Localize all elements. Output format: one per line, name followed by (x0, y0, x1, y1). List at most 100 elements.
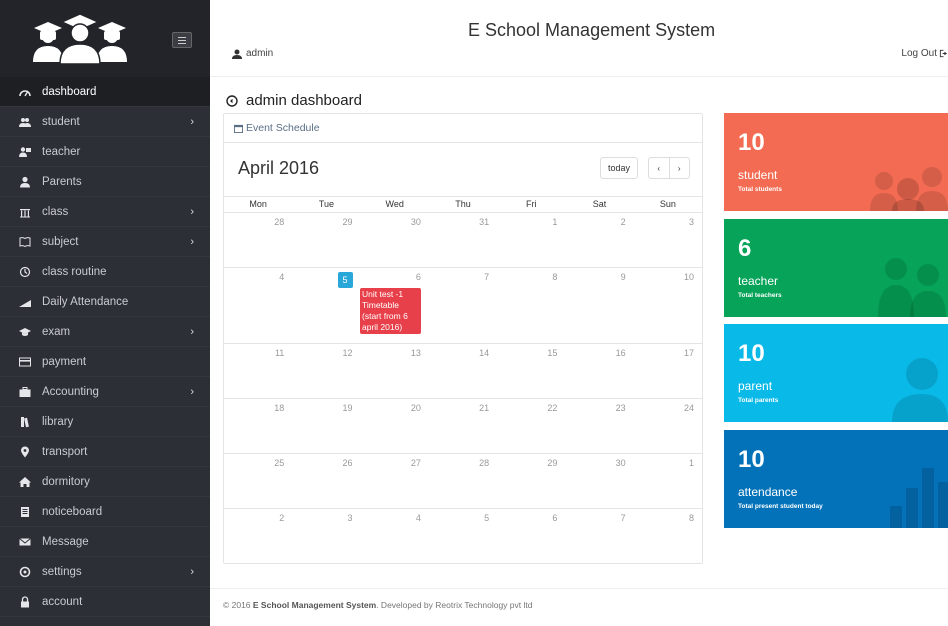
calendar-week-row: 18 19 20 21 22 23 24 (224, 399, 702, 454)
today-button[interactable]: today (600, 157, 638, 179)
calendar-day-cell[interactable]: 29 (497, 454, 565, 508)
calendar-day-cell[interactable]: 29 (292, 213, 360, 267)
sidebar-item-payment[interactable]: payment (0, 347, 210, 377)
calendar-day-cell[interactable]: 30 (565, 454, 633, 508)
calendar-day-cell[interactable]: 11 (224, 344, 292, 398)
sidebar-item-parents[interactable]: Parents (0, 167, 210, 197)
sidebar-item-transport[interactable]: transport (0, 437, 210, 467)
calendar-day-cell[interactable]: 16 (565, 344, 633, 398)
teacher-stat-card[interactable]: 6 teacher Total teachers (724, 219, 948, 317)
calendar-week-row: 4 5 6 7 8 9 10 Unit test -1 Timetable (start fr… (224, 268, 702, 344)
calendar-day-number: 7 (484, 272, 490, 282)
sidebar-item-exam[interactable]: exam › (0, 317, 210, 347)
calendar-day-cell[interactable]: 1 (634, 454, 702, 508)
calendar-day-cell[interactable]: 28 (429, 454, 497, 508)
calendar-day-cell[interactable]: 24 (634, 399, 702, 453)
stat-sub: Total present student today (738, 503, 823, 510)
calendar-day-number: 6 (415, 272, 421, 282)
calendar-day-cell[interactable]: 8 (634, 509, 702, 563)
sidebar-item-message[interactable]: Message (0, 527, 210, 557)
calendar-day-number: 4 (415, 513, 421, 523)
sidebar-item-label: teacher (42, 145, 81, 158)
sidebar-item-teacher[interactable]: teacher (0, 137, 210, 167)
admin-user[interactable]: admin (232, 48, 273, 59)
sidebar-item-dashboard[interactable]: dashboard (0, 77, 210, 107)
sidebar-item-library[interactable]: library (0, 407, 210, 437)
footer-company-link[interactable]: Reotrix Technology pvt ltd (435, 600, 532, 610)
sidebar-item-label: library (42, 415, 74, 428)
chevron-right-icon: › (190, 565, 194, 578)
sidebar-item-daily-attendance[interactable]: Daily Attendance (0, 287, 210, 317)
calendar-day-number: 3 (688, 217, 694, 227)
calendar-day-cell[interactable]: 7 (565, 509, 633, 563)
calendar-day-cell[interactable]: 23 (565, 399, 633, 453)
calendar-day-cell[interactable]: 4 (361, 509, 429, 563)
sidebar-item-label: class (42, 205, 69, 218)
calendar-day-cell[interactable]: 6 (497, 509, 565, 563)
calendar-day-number: 28 (274, 217, 285, 227)
student-stat-card[interactable]: 10 student Total students (724, 113, 948, 211)
calendar-day-cell[interactable]: 27 (361, 454, 429, 508)
footer-prefix: © 2016 (223, 600, 253, 610)
calendar-week-row: 28 29 30 31 1 2 3 (224, 213, 702, 268)
class-icon (18, 205, 32, 219)
calendar-day-cell[interactable]: 9 (565, 268, 633, 343)
weekday-label: Sat (592, 199, 607, 209)
attendance-stat-card[interactable]: 10 attendance Total present student today (724, 430, 948, 528)
sidebar-item-label: dormitory (42, 475, 90, 488)
calendar-day-cell[interactable]: 12 (292, 344, 360, 398)
calendar-day-cell[interactable]: 15 (497, 344, 565, 398)
calendar-day-cell[interactable]: 26 (292, 454, 360, 508)
calendar-day-cell[interactable]: 20 (361, 399, 429, 453)
calendar-day-cell[interactable]: 3 (292, 509, 360, 563)
chevron-right-icon: › (190, 235, 194, 248)
logout-link[interactable]: Log Out (901, 48, 948, 59)
calendar-day-cell[interactable]: 3 (634, 213, 702, 267)
calendar-grid: Mon Tue Wed Thu Fri Sat Sun 28 29 30 31 1 2 3 4 5 6 7 8 9 1… (224, 196, 702, 564)
user-icon (232, 49, 242, 59)
sidebar-item-dormitory[interactable]: dormitory (0, 467, 210, 497)
sidebar-item-class[interactable]: class › (0, 197, 210, 227)
sidebar-item-noticeboard[interactable]: noticeboard (0, 497, 210, 527)
event-schedule-tab[interactable]: Event Schedule (224, 114, 702, 143)
sidebar-item-class-routine[interactable]: class routine (0, 257, 210, 287)
calendar-day-cell[interactable]: 10 (634, 268, 702, 343)
sidebar-item-account[interactable]: account (0, 587, 210, 617)
calendar-day-cell[interactable]: 14 (429, 344, 497, 398)
calendar-day-cell[interactable]: 19 (292, 399, 360, 453)
sidebar-item-settings[interactable]: settings › (0, 557, 210, 587)
sidebar-header (0, 0, 210, 77)
calendar-day-cell[interactable]: 30 (361, 213, 429, 267)
calendar-day-cell[interactable]: 18 (224, 399, 292, 453)
parent-stat-card[interactable]: 10 parent Total parents (724, 324, 948, 422)
calendar-day-cell[interactable]: 31 (429, 213, 497, 267)
prev-month-button[interactable]: ‹ (649, 158, 669, 178)
sidebar-item-accounting[interactable]: Accounting › (0, 377, 210, 407)
school-logo-icon[interactable] (30, 14, 130, 64)
calendar-day-cell[interactable]: 21 (429, 399, 497, 453)
calendar-event[interactable]: Unit test -1 Timetable (start from 6 apr… (360, 288, 421, 334)
calendar-day-cell[interactable]: 7 (429, 268, 497, 343)
sidebar-toggle-button[interactable] (172, 32, 192, 48)
calendar-day-cell[interactable]: 25 (224, 454, 292, 508)
chevron-right-icon: › (190, 115, 194, 128)
calendar-day-cell[interactable]: 1 (497, 213, 565, 267)
chevron-right-icon: › (190, 385, 194, 398)
calendar-day-number: 10 (683, 272, 694, 282)
calendar-day-cell[interactable]: 28 (224, 213, 292, 267)
calendar-day-cell[interactable]: 13 (361, 344, 429, 398)
next-month-button[interactable]: › (668, 158, 690, 178)
calendar-day-cell[interactable]: 8 (497, 268, 565, 343)
calendar-day-cell[interactable]: 5 (292, 268, 360, 343)
calendar-day-cell[interactable]: 4 (224, 268, 292, 343)
calendar-day-number: 30 (410, 217, 421, 227)
calendar-day-cell[interactable]: 2 (224, 509, 292, 563)
sidebar-item-student[interactable]: student › (0, 107, 210, 137)
calendar-day-cell[interactable]: 5 (429, 509, 497, 563)
calendar-day-cell[interactable]: 17 (634, 344, 702, 398)
sidebar-item-label: Accounting (42, 385, 99, 398)
calendar-week-row: 2 3 4 5 6 7 8 (224, 509, 702, 564)
calendar-day-cell[interactable]: 2 (565, 213, 633, 267)
calendar-day-cell[interactable]: 22 (497, 399, 565, 453)
sidebar-item-subject[interactable]: subject › (0, 227, 210, 257)
